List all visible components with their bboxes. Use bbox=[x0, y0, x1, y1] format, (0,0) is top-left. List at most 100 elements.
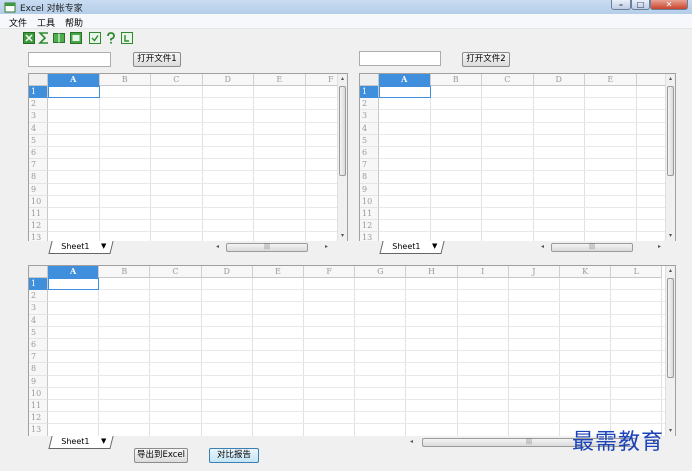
menu-tools[interactable]: 工具 bbox=[37, 16, 55, 29]
column-header[interactable]: B bbox=[99, 266, 151, 278]
minimize-button[interactable]: – bbox=[611, 0, 631, 10]
row-header[interactable]: 2 bbox=[29, 290, 48, 303]
vscroll-thumb[interactable] bbox=[667, 278, 674, 378]
column-header[interactable]: I bbox=[457, 266, 509, 278]
column-header[interactable]: A bbox=[48, 266, 100, 278]
menu-file[interactable]: 文件 bbox=[9, 16, 27, 29]
row-header[interactable]: 11 bbox=[29, 400, 48, 413]
column-header[interactable]: B bbox=[430, 74, 482, 86]
maximize-button[interactable]: □ bbox=[631, 0, 650, 10]
row-header[interactable]: 8 bbox=[360, 171, 379, 184]
row-header[interactable]: 7 bbox=[29, 351, 48, 364]
sheet-icon[interactable] bbox=[70, 32, 82, 44]
vertical-scrollbar[interactable]: ▴ ▾ bbox=[665, 74, 675, 241]
scroll-left-icon[interactable]: ◂ bbox=[216, 243, 219, 250]
row-header[interactable]: 3 bbox=[29, 302, 48, 315]
scroll-left-icon[interactable]: ◂ bbox=[410, 438, 413, 445]
row-header[interactable]: 9 bbox=[29, 375, 48, 388]
open-file1-button[interactable]: 打开文件1 bbox=[133, 52, 181, 67]
row-header[interactable]: 2 bbox=[29, 98, 48, 111]
row-header[interactable]: 12 bbox=[29, 220, 48, 233]
file1-hscroll[interactable]: ◂ ||| ▸ bbox=[214, 242, 330, 253]
row-header[interactable]: 6 bbox=[29, 339, 48, 352]
row-header[interactable]: 4 bbox=[29, 122, 48, 135]
file1-path-input[interactable] bbox=[28, 52, 111, 67]
row-header[interactable]: 10 bbox=[360, 195, 379, 208]
row-header[interactable]: 5 bbox=[29, 134, 48, 147]
column-header[interactable]: D bbox=[202, 74, 254, 86]
row-header[interactable]: 4 bbox=[29, 314, 48, 327]
row-header[interactable]: 6 bbox=[29, 147, 48, 160]
menu-help[interactable]: 帮助 bbox=[65, 16, 83, 29]
row-header[interactable]: 9 bbox=[360, 183, 379, 196]
compare-grid[interactable]: A B C D E F G H I J K L 1 2 3 4 5 6 7 8 9 10 11 12 13 ▴ ▾ bbox=[28, 265, 676, 437]
column-header[interactable]: B bbox=[99, 74, 151, 86]
column-header[interactable]: A bbox=[379, 74, 431, 86]
column-header[interactable]: C bbox=[151, 74, 203, 86]
scroll-left-icon[interactable]: ◂ bbox=[541, 243, 544, 250]
column-header[interactable]: F bbox=[304, 266, 356, 278]
compare-report-button[interactable]: 对比报告 bbox=[209, 448, 259, 463]
column-header[interactable]: C bbox=[482, 74, 534, 86]
row-header[interactable]: 1 bbox=[360, 86, 379, 99]
scroll-up-icon[interactable]: ▴ bbox=[666, 267, 675, 275]
row-header[interactable]: 8 bbox=[29, 363, 48, 376]
sheet-dropdown-icon[interactable]: ▼ bbox=[101, 437, 106, 445]
column-header[interactable]: A bbox=[48, 74, 100, 86]
row-header[interactable]: 12 bbox=[360, 220, 379, 233]
scroll-down-icon[interactable]: ▾ bbox=[666, 427, 675, 435]
scroll-up-icon[interactable]: ▴ bbox=[666, 75, 675, 83]
select-all-corner[interactable] bbox=[29, 74, 48, 86]
file1-grid[interactable]: A B C D E F 1 2 3 4 5 6 7 8 9 10 11 12 13 ▴ ▾ bbox=[28, 73, 348, 242]
hscroll-thumb[interactable]: ||| bbox=[226, 243, 308, 252]
row-header[interactable]: 8 bbox=[29, 171, 48, 184]
excel-icon[interactable] bbox=[23, 32, 35, 44]
column-header[interactable]: G bbox=[355, 266, 407, 278]
column-header[interactable]: E bbox=[252, 266, 304, 278]
column-header[interactable]: D bbox=[533, 74, 585, 86]
select-all-corner[interactable] bbox=[29, 266, 48, 278]
sheet-dropdown-icon[interactable]: ▼ bbox=[101, 242, 106, 250]
file2-grid[interactable]: A B C D E 1 2 3 4 5 6 7 8 9 10 11 12 13 ▴ ▾ bbox=[359, 73, 676, 242]
row-header[interactable]: 11 bbox=[29, 208, 48, 221]
vertical-scrollbar[interactable]: ▴ ▾ bbox=[665, 266, 675, 436]
file2-path-input[interactable] bbox=[359, 51, 441, 66]
scroll-right-icon[interactable]: ▸ bbox=[325, 243, 328, 250]
file2-hscroll[interactable]: ◂ ||| ▸ bbox=[539, 242, 663, 253]
scroll-right-icon[interactable]: ▸ bbox=[658, 243, 661, 250]
hscroll-thumb[interactable]: ||| bbox=[551, 243, 633, 252]
row-header[interactable]: 10 bbox=[29, 387, 48, 400]
column-header[interactable]: K bbox=[560, 266, 612, 278]
row-header[interactable]: 7 bbox=[29, 159, 48, 172]
column-header[interactable]: C bbox=[150, 266, 202, 278]
vertical-scrollbar[interactable]: ▴ ▾ bbox=[337, 74, 347, 241]
column-header[interactable]: E bbox=[254, 74, 306, 86]
row-header[interactable]: 12 bbox=[29, 412, 48, 425]
row-header[interactable]: 2 bbox=[360, 98, 379, 111]
row-header[interactable]: 6 bbox=[360, 147, 379, 160]
row-header[interactable]: 13 bbox=[29, 424, 48, 436]
formula-icon[interactable] bbox=[38, 32, 50, 44]
column-header[interactable]: D bbox=[201, 266, 253, 278]
scroll-down-icon[interactable]: ▾ bbox=[666, 232, 675, 240]
row-header[interactable]: 7 bbox=[360, 159, 379, 172]
row-header[interactable]: 1 bbox=[29, 86, 48, 99]
book-icon[interactable] bbox=[53, 32, 65, 44]
exit-icon[interactable] bbox=[121, 32, 133, 44]
open-file2-button[interactable]: 打开文件2 bbox=[462, 52, 510, 67]
row-header[interactable]: 10 bbox=[29, 195, 48, 208]
row-header[interactable]: 11 bbox=[360, 208, 379, 221]
select-all-corner[interactable] bbox=[360, 74, 379, 86]
active-cell[interactable] bbox=[48, 278, 100, 291]
row-header[interactable]: 3 bbox=[360, 110, 379, 123]
column-header[interactable]: H bbox=[406, 266, 458, 278]
active-cell[interactable] bbox=[379, 86, 431, 99]
row-header[interactable]: 1 bbox=[29, 278, 48, 291]
save-icon[interactable] bbox=[89, 32, 101, 44]
scroll-down-icon[interactable]: ▾ bbox=[338, 232, 347, 240]
vscroll-thumb[interactable] bbox=[667, 86, 674, 176]
row-header[interactable]: 3 bbox=[29, 110, 48, 123]
row-header[interactable]: 9 bbox=[29, 183, 48, 196]
column-header[interactable]: J bbox=[508, 266, 560, 278]
scroll-up-icon[interactable]: ▴ bbox=[338, 75, 347, 83]
